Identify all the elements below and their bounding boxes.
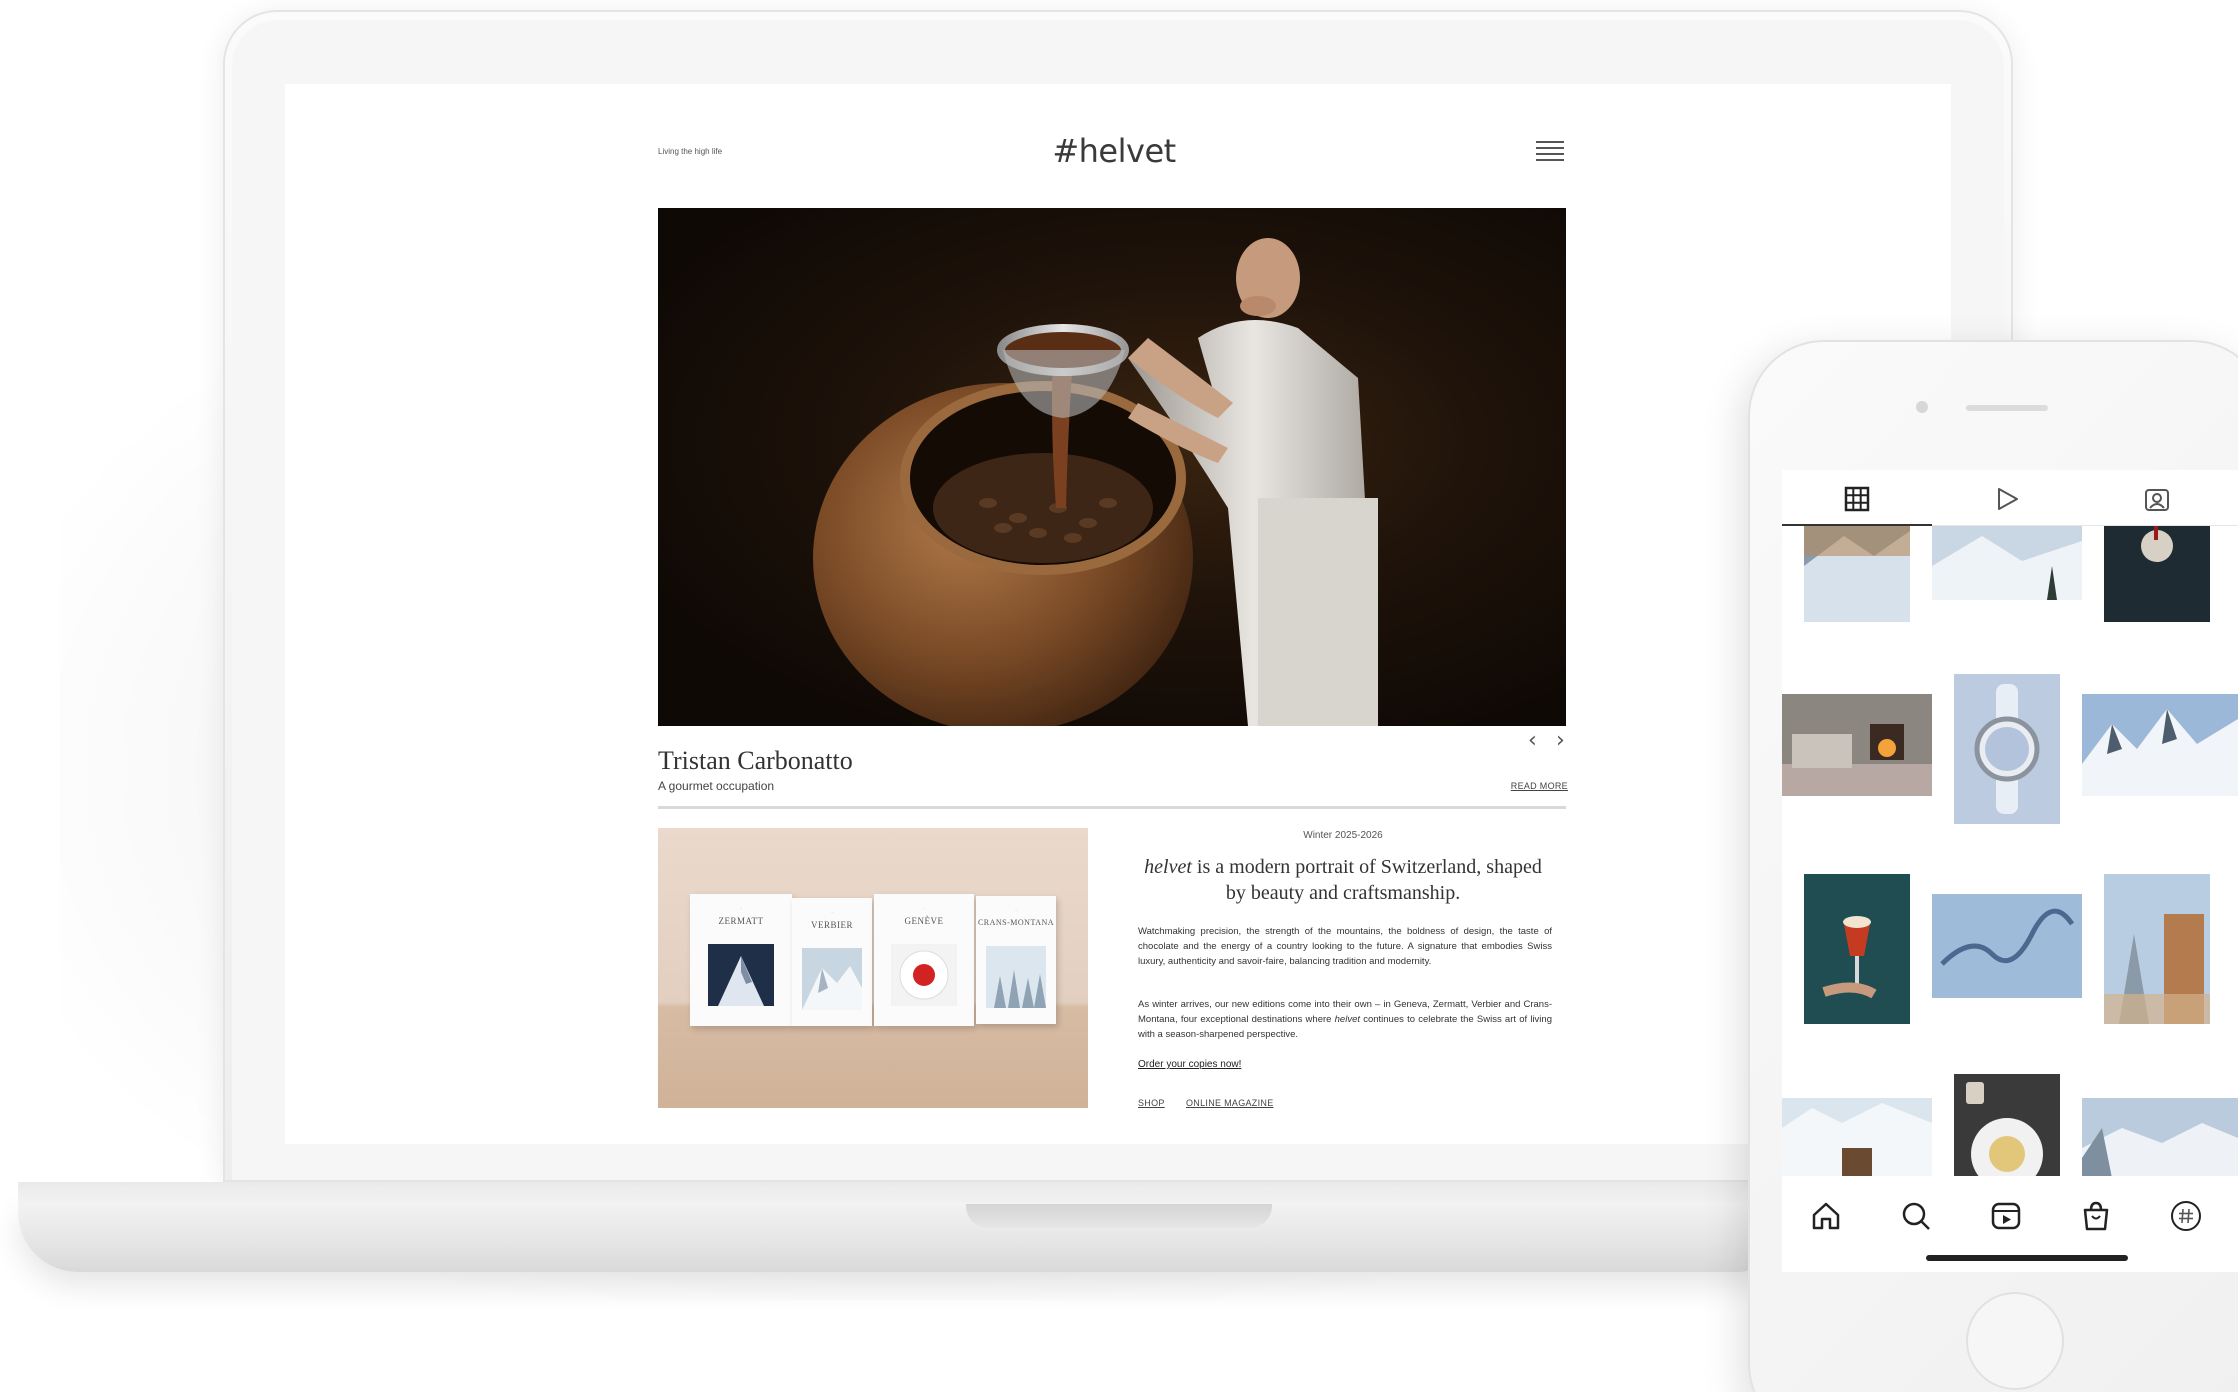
edition-paragraph-1: Watchmaking precision, the strength of t… — [1138, 926, 1552, 967]
hamburger-menu-icon[interactable] — [1536, 141, 1564, 163]
profile-avatar-icon[interactable] — [2170, 1200, 2202, 1232]
post-tile[interactable] — [1782, 1098, 1932, 1176]
laptop-screen: Living the high life #helvet ‹ › Tristan… — [285, 84, 1951, 1144]
carousel-next-icon[interactable]: › — [1556, 728, 1565, 753]
post-tile[interactable] — [1782, 694, 1932, 796]
laptop-notch — [966, 1204, 1272, 1228]
magazine-cover-crans-montana: · CRANS-MONTANA — [976, 896, 1056, 1024]
article-subtitle: A gourmet occupation — [658, 779, 775, 793]
headline-brand: helvet — [1144, 856, 1192, 878]
edition-label: Winter 2025-2026 — [1303, 830, 1383, 841]
post-tile[interactable] — [2104, 874, 2210, 1024]
magazine-cover-geneve: · GENÈVE — [874, 894, 974, 1026]
laptop-base — [18, 1202, 1778, 1272]
search-icon[interactable] — [1900, 1200, 1932, 1232]
post-tile[interactable] — [2104, 526, 2210, 622]
magazine-cover-zermatt: · ZERMATT — [690, 894, 792, 1026]
site-logo[interactable]: #helvet — [1034, 132, 1194, 170]
phone-home-button[interactable] — [1966, 1292, 2064, 1390]
tagged-icon[interactable] — [2144, 486, 2170, 512]
post-tile[interactable] — [1954, 1074, 2060, 1176]
magazine-cover-verbier: · VERBIER — [792, 898, 872, 1026]
shop-link[interactable]: SHOP — [1138, 1098, 1165, 1108]
laptop-hinge — [18, 1182, 1778, 1204]
post-tile[interactable] — [1804, 874, 1910, 1024]
post-tile[interactable] — [2082, 694, 2238, 796]
phone-camera — [1916, 401, 1928, 413]
site-tagline: Living the high life — [658, 147, 723, 156]
edition-paragraph-2: As winter arrives, our new editions come… — [1138, 999, 1552, 1040]
hero-image[interactable] — [658, 208, 1566, 726]
article-title[interactable]: Tristan Carbonatto — [658, 746, 853, 776]
post-tile[interactable] — [1932, 526, 2082, 600]
home-icon[interactable] — [1810, 1200, 1842, 1232]
order-copies-link[interactable]: Order your copies now! — [1138, 1059, 1241, 1070]
phone-screen — [1782, 470, 2238, 1272]
reels-icon[interactable] — [1990, 1200, 2022, 1232]
home-indicator[interactable] — [1926, 1255, 2128, 1261]
profile-tabs — [1782, 470, 2238, 526]
post-grid — [1782, 526, 2238, 1176]
hero-illustration — [813, 238, 1378, 726]
grid-icon[interactable] — [1844, 486, 1870, 512]
website: Living the high life #helvet ‹ › Tristan… — [658, 84, 1568, 1144]
headline-text: is a modern portrait of Switzerland, sha… — [1191, 856, 1542, 904]
shop-icon[interactable] — [2080, 1200, 2112, 1232]
phone-speaker — [1966, 405, 2048, 411]
post-tile[interactable] — [1804, 526, 1910, 622]
post-tile[interactable] — [1954, 674, 2060, 824]
post-tile[interactable] — [2082, 1098, 2238, 1176]
magazine-editions-image[interactable]: · ZERMATT · VERBIER · GENÈVE · CRANS-MON… — [658, 828, 1088, 1108]
online-magazine-link[interactable]: ONLINE MAGAZINE — [1186, 1098, 1274, 1108]
post-tile[interactable] — [1932, 894, 2082, 998]
carousel-prev-icon[interactable]: ‹ — [1528, 728, 1537, 753]
read-more-link[interactable]: READ MORE — [1511, 781, 1568, 791]
reels-play-icon[interactable] — [1994, 486, 2020, 512]
edition-headline: helvet is a modern portrait of Switzerla… — [1138, 854, 1548, 906]
section-divider — [658, 806, 1566, 809]
